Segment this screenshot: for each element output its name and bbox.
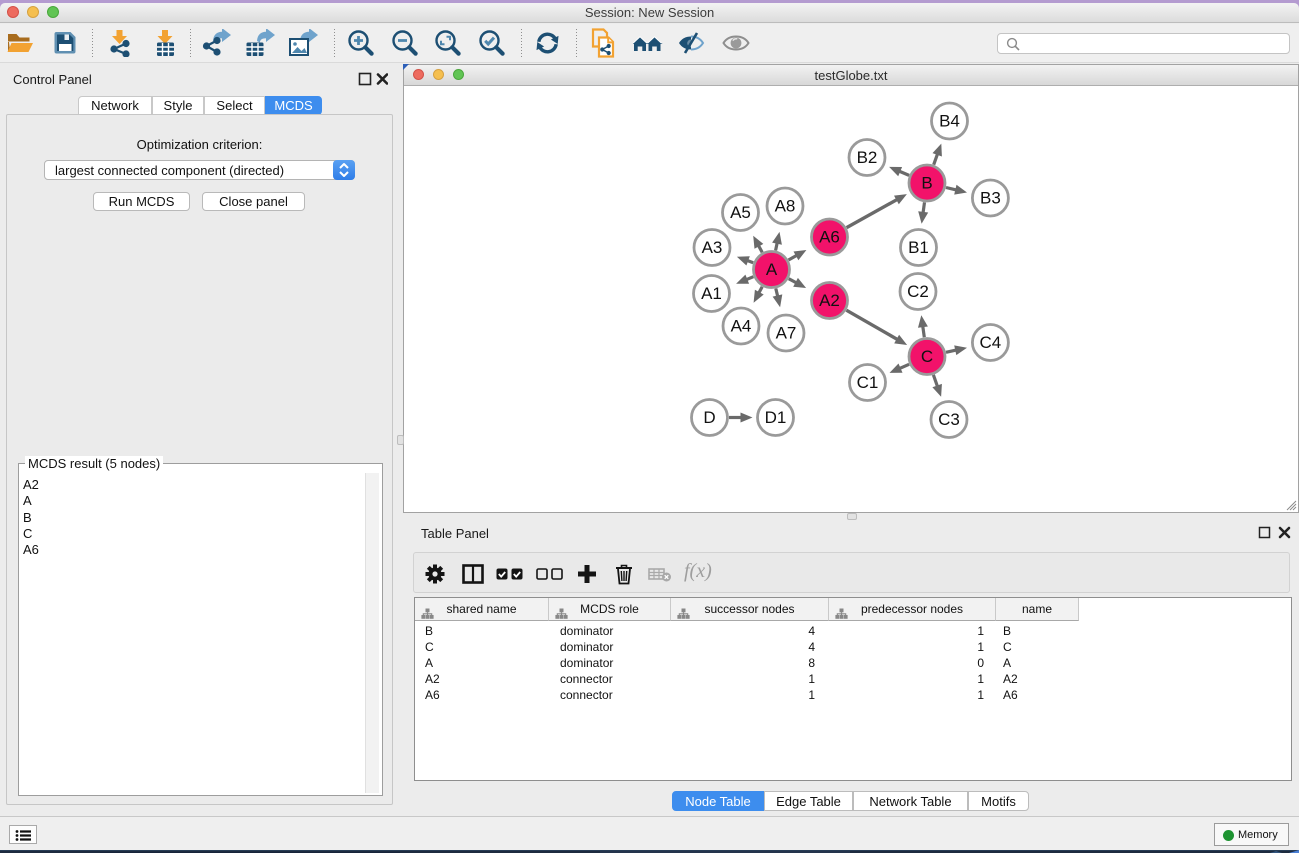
svg-text:D1: D1 xyxy=(765,408,787,427)
svg-text:A3: A3 xyxy=(702,238,723,257)
svg-text:A1: A1 xyxy=(701,284,722,303)
svg-text:B2: B2 xyxy=(857,148,878,167)
svg-text:B3: B3 xyxy=(980,189,1001,208)
svg-text:C4: C4 xyxy=(980,333,1002,352)
svg-text:A2: A2 xyxy=(819,291,840,310)
svg-text:A6: A6 xyxy=(819,228,840,247)
svg-text:C3: C3 xyxy=(938,410,960,429)
svg-text:D: D xyxy=(703,408,715,427)
svg-text:A5: A5 xyxy=(730,203,751,222)
svg-text:C1: C1 xyxy=(857,373,879,392)
svg-text:A8: A8 xyxy=(775,197,796,216)
svg-text:C2: C2 xyxy=(907,282,929,301)
svg-text:C: C xyxy=(921,347,933,366)
svg-text:A7: A7 xyxy=(776,324,797,343)
svg-text:B4: B4 xyxy=(939,112,960,131)
svg-text:A4: A4 xyxy=(731,317,752,336)
svg-text:B1: B1 xyxy=(908,238,929,257)
svg-text:A: A xyxy=(766,260,778,279)
svg-text:B: B xyxy=(921,174,932,193)
